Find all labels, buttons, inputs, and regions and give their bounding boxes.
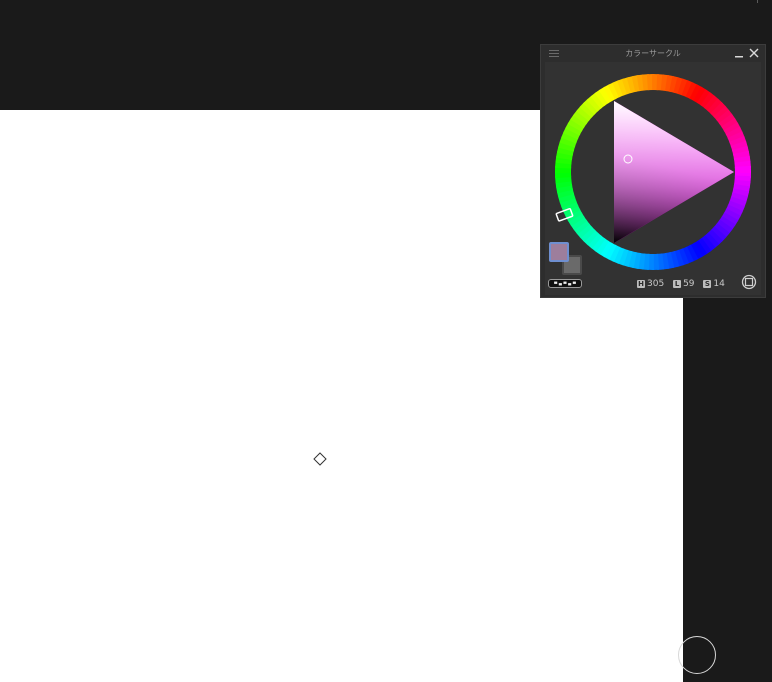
saturation-label: S xyxy=(703,280,712,288)
color-circle-panel: カラーサークル H 305 L 59 S 14 xyxy=(540,44,766,298)
saturation-value: 14 xyxy=(713,279,725,289)
hue-ring-segment[interactable] xyxy=(734,165,751,173)
lightness-value: 59 xyxy=(683,279,695,289)
navigator-circle-handle[interactable] xyxy=(678,636,716,674)
color-space-toggle-icon[interactable] xyxy=(741,274,757,290)
close-icon[interactable] xyxy=(748,47,760,59)
panel-body: H 305 L 59 S 14 xyxy=(545,62,761,295)
top-edge-tick xyxy=(757,0,758,3)
main-color-swatch[interactable] xyxy=(549,242,569,262)
panel-titlebar[interactable]: カラーサークル xyxy=(541,45,765,62)
panel-title: カラーサークル xyxy=(625,49,681,58)
lightness-label: L xyxy=(673,280,682,288)
color-circle-area xyxy=(555,74,751,270)
brush-cursor-icon xyxy=(313,452,327,466)
transparent-color-swatch[interactable] xyxy=(548,279,582,288)
saturation-lightness-triangle[interactable] xyxy=(614,101,734,243)
hue-value: 305 xyxy=(647,279,665,289)
minimize-icon[interactable] xyxy=(734,47,744,59)
hue-label: H xyxy=(637,280,645,288)
hls-readout: H 305 L 59 S 14 xyxy=(637,278,731,290)
